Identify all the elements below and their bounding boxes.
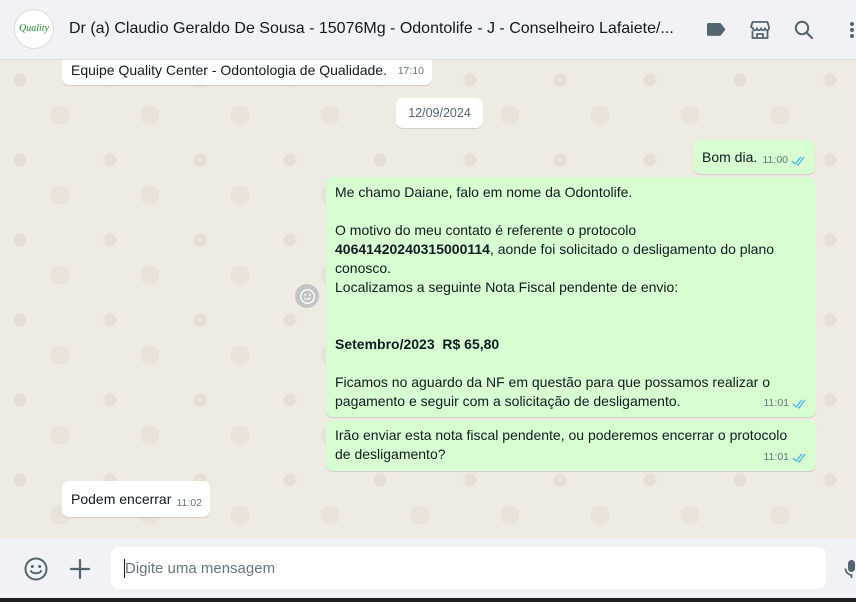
message-incoming[interactable]: Podem encerrar 11:02 xyxy=(62,481,210,517)
message-outgoing[interactable]: Bom dia. 11:00 xyxy=(693,140,815,174)
microphone-icon[interactable] xyxy=(842,556,856,582)
window-bottom-edge xyxy=(0,598,856,602)
message-line: Localizamos a seguinte Nota Fiscal pende… xyxy=(335,279,679,295)
message-line: Me chamo Daiane, falo em nome da Odontol… xyxy=(335,184,633,200)
message-time: 17:10 xyxy=(397,65,424,77)
message-time: 11:02 xyxy=(176,497,203,509)
message-text: Podem encerrar xyxy=(71,491,172,507)
read-ticks-icon xyxy=(792,453,806,463)
composer xyxy=(0,538,856,602)
search-icon[interactable] xyxy=(792,18,816,42)
message-meta: 11:01 xyxy=(764,448,809,467)
message-outgoing[interactable]: Irão enviar esta nota fiscal pendente, o… xyxy=(326,420,816,471)
text-caret xyxy=(124,559,125,578)
message-meta: 11:01 xyxy=(764,394,809,413)
message-time: 11:01 xyxy=(763,397,790,409)
message-time: 11:00 xyxy=(762,154,789,166)
avatar[interactable]: Quality xyxy=(14,9,54,49)
message-meta: 17:10 xyxy=(398,62,424,81)
emoji-reaction-icon[interactable] xyxy=(295,284,319,308)
menu-icon[interactable] xyxy=(840,18,856,42)
message-meta: 11:00 xyxy=(763,151,808,170)
date-text: 12/09/2024 xyxy=(408,106,471,120)
message-line: Ficamos no aguardo da NF em questão para… xyxy=(335,374,771,409)
chat-header: Quality Dr (a) Claudio Geraldo De Sousa … xyxy=(0,0,856,60)
emoji-icon[interactable] xyxy=(23,556,49,582)
label-icon[interactable] xyxy=(704,18,728,42)
message-line: O motivo do meu contato é referente o pr… xyxy=(335,222,637,238)
chat-title[interactable]: Dr (a) Claudio Geraldo De Sousa - 15076M… xyxy=(69,20,679,38)
message-incoming[interactable]: Equipe Quality Center - Odontologia de Q… xyxy=(62,60,432,85)
invoice-line: Setembro/2023 R$ 65,80 xyxy=(335,336,500,352)
message-outgoing[interactable]: Me chamo Daiane, falo em nome da Odontol… xyxy=(326,177,816,417)
message-text: Equipe Quality Center - Odontologia de Q… xyxy=(71,62,387,78)
message-meta: 11:02 xyxy=(177,494,203,513)
plus-icon[interactable] xyxy=(67,556,93,582)
store-icon[interactable] xyxy=(748,18,772,42)
message-line-protocol: 40641420240315000114, aonde foi solicita… xyxy=(335,240,800,259)
message-time: 11:01 xyxy=(763,451,790,463)
message-list[interactable]: Equipe Quality Center - Odontologia de Q… xyxy=(0,60,856,538)
message-text: Bom dia. xyxy=(702,149,758,165)
message-body: Me chamo Daiane, falo em nome da Odontol… xyxy=(335,183,800,411)
message-line: , aonde foi solicitado o desligamento do… xyxy=(489,241,775,257)
message-input[interactable] xyxy=(111,547,826,589)
read-ticks-icon xyxy=(792,399,806,409)
protocol-number: 40641420240315000114 xyxy=(335,241,490,257)
message-line: conosco. xyxy=(335,260,392,276)
read-ticks-icon xyxy=(791,156,805,166)
message-text: Irão enviar esta nota fiscal pendente, o… xyxy=(335,427,788,462)
avatar-text: Quality xyxy=(19,23,49,34)
date-separator: 12/09/2024 xyxy=(396,98,483,128)
